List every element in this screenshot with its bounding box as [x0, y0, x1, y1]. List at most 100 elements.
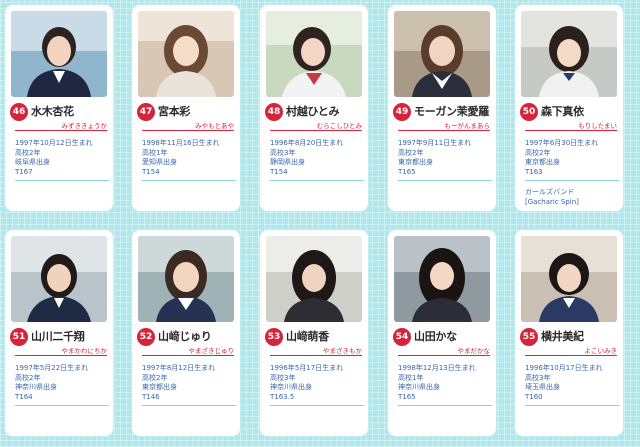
info-underline	[270, 180, 364, 181]
member-photo	[138, 236, 234, 322]
height: T154	[142, 167, 160, 176]
height: T146	[142, 392, 160, 401]
member-kana: やまかわにちか	[61, 347, 108, 355]
member-name: 村越ひとみ	[286, 105, 340, 118]
birth-date: 1997年5月22日生まれ	[15, 364, 89, 372]
height: T163.5	[270, 392, 295, 401]
member-card[interactable]: 50 森下真依 もりしたまい 1997年6月30日生まれ 高校2年 東京都出身 …	[515, 5, 623, 211]
birth-date: 1997年10月12日生まれ	[15, 139, 93, 147]
member-number: 51	[10, 328, 28, 346]
member-profile: 1996年8月20日生まれ 高校3年 静岡県出身 T154	[270, 139, 364, 181]
member-profile: 1997年6月30日生まれ 高校2年 東京都出身 T163 ガールズバンド [G…	[525, 139, 619, 207]
member-number: 48	[265, 103, 283, 121]
member-card[interactable]: 49 モーガン茉愛羅 もーがんまあら 1997年9月11日生まれ 高校2年 東京…	[388, 5, 496, 211]
member-number: 49	[393, 103, 411, 121]
height: T154	[270, 167, 288, 176]
member-card[interactable]: 55 横井美紀 よこいみき 1996年10月17日生まれ 高校3年 埼玉県出身 …	[515, 230, 623, 436]
member-profile: 1997年8月12日生まれ 高校2年 東京都出身 T146	[142, 364, 236, 406]
info-underline	[525, 180, 619, 181]
member-kana: みやもとあや	[195, 122, 234, 130]
member-card[interactable]: 52 山﨑じゅり やまざきじゅり 1997年8月12日生まれ 高校2年 東京都出…	[132, 230, 240, 436]
name-divider	[15, 130, 107, 131]
name-divider	[398, 355, 490, 356]
member-name: 宮本彩	[158, 105, 191, 118]
member-number: 52	[137, 328, 155, 346]
member-kana: やまだかな	[457, 347, 491, 355]
member-number: 50	[520, 103, 538, 121]
member-name: 森下真依	[541, 105, 584, 118]
member-card[interactable]: 46 水木杏花 みずききょうか 1997年10月12日生まれ 高校2年 岐阜県出…	[5, 5, 113, 211]
member-card[interactable]: 47 宮本彩 みやもとあや 1998年11月16日生まれ 高校1年 愛知県出身 …	[132, 5, 240, 211]
school-grade: 高校2年	[15, 148, 41, 157]
name-divider	[398, 130, 490, 131]
member-kana: やまざきじゅり	[188, 347, 235, 355]
name-divider	[142, 130, 234, 131]
member-photo	[138, 11, 234, 97]
member-number: 47	[137, 103, 155, 121]
member-card[interactable]: 54 山田かな やまだかな 1998年12月13日生まれ 高校1年 神奈川県出身…	[388, 230, 496, 436]
member-grid: 46 水木杏花 みずききょうか 1997年10月12日生まれ 高校2年 岐阜県出…	[0, 0, 640, 447]
height: T160	[525, 392, 543, 401]
info-underline	[142, 405, 236, 406]
member-number: 53	[265, 328, 283, 346]
member-name: 山﨑萌香	[286, 330, 329, 343]
hometown: 東京都出身	[142, 383, 177, 391]
member-profile: 1996年5月17日生まれ 高校3年 神奈川県出身 T163.5	[270, 364, 364, 406]
member-kana: よこいみき	[584, 347, 618, 355]
name-divider	[142, 355, 234, 356]
school-grade: 高校2年	[15, 373, 41, 382]
info-underline	[142, 180, 236, 181]
band-affiliation: ガールズバンド	[525, 188, 575, 196]
member-number: 55	[520, 328, 538, 346]
member-name: 山田かな	[414, 330, 457, 343]
member-kana: もーがんまあら	[444, 122, 491, 130]
hometown: 静岡県出身	[270, 158, 305, 166]
member-profile: 1996年10月17日生まれ 高校3年 埼玉県出身 T160	[525, 364, 619, 406]
name-divider	[270, 130, 362, 131]
info-underline	[398, 180, 492, 181]
member-card[interactable]: 48 村越ひとみ むらこしひとみ 1996年8月20日生まれ 高校3年 静岡県出…	[260, 5, 368, 211]
height: T164	[15, 392, 33, 401]
school-grade: 高校2年	[142, 373, 168, 382]
birth-date: 1997年6月30日生まれ	[525, 139, 599, 147]
member-kana: みずききょうか	[61, 122, 108, 130]
member-photo	[521, 236, 617, 322]
school-grade: 高校2年	[398, 148, 424, 157]
member-photo	[266, 236, 362, 322]
birth-date: 1996年5月17日生まれ	[270, 364, 344, 372]
member-name: 水木杏花	[31, 105, 74, 118]
info-underline	[15, 180, 109, 181]
member-profile: 1997年9月11日生まれ 高校2年 東京都出身 T165	[398, 139, 492, 181]
info-underline	[525, 405, 619, 406]
info-underline	[270, 405, 364, 406]
hometown: 埼玉県出身	[525, 383, 560, 391]
birth-date: 1996年8月20日生まれ	[270, 139, 344, 147]
school-grade: 高校3年	[525, 373, 551, 382]
member-card[interactable]: 53 山﨑萌香 やまざきもか 1996年5月17日生まれ 高校3年 神奈川県出身…	[260, 230, 368, 436]
member-photo	[266, 11, 362, 97]
hometown: 岐阜県出身	[15, 158, 50, 166]
member-photo	[521, 11, 617, 97]
name-divider	[525, 355, 617, 356]
birth-date: 1997年8月12日生まれ	[142, 364, 216, 372]
band-name: [Gacharic Spin]	[525, 197, 579, 206]
hometown: 神奈川県出身	[270, 383, 312, 391]
info-underline	[398, 405, 492, 406]
member-photo	[394, 236, 490, 322]
member-profile: 1997年5月22日生まれ 高校2年 神奈川県出身 T164	[15, 364, 109, 406]
height: T165	[398, 392, 416, 401]
hometown: 神奈川県出身	[15, 383, 57, 391]
birth-date: 1998年11月16日生まれ	[142, 139, 220, 147]
name-divider	[15, 355, 107, 356]
member-profile: 1998年11月16日生まれ 高校1年 愛知県出身 T154	[142, 139, 236, 181]
member-name: 山﨑じゅり	[158, 330, 212, 343]
member-name: 横井美紀	[541, 330, 584, 343]
birth-date: 1996年10月17日生まれ	[525, 364, 603, 372]
member-card[interactable]: 51 山川二千翔 やまかわにちか 1997年5月22日生まれ 高校2年 神奈川県…	[5, 230, 113, 436]
name-divider	[525, 130, 617, 131]
name-divider	[270, 355, 362, 356]
member-kana: むらこしひとみ	[316, 122, 362, 130]
school-grade: 高校3年	[270, 148, 296, 157]
hometown: 東京都出身	[398, 158, 433, 166]
member-kana: やまざきもか	[323, 347, 362, 355]
